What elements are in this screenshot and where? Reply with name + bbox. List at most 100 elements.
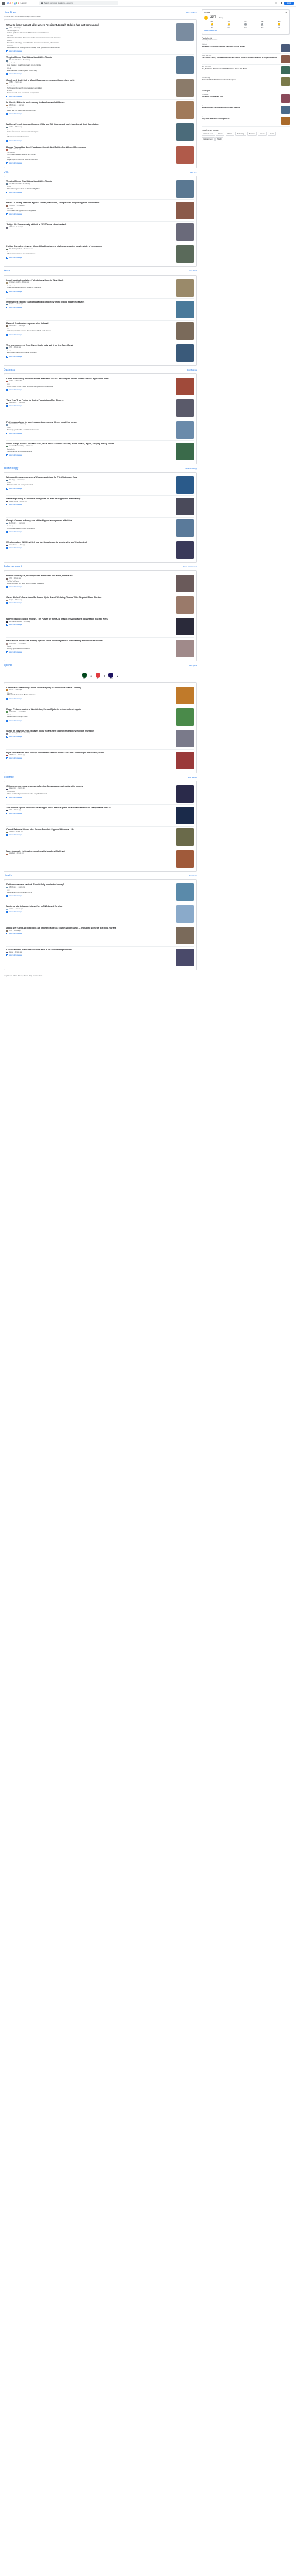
sub-story[interactable]: MarketWatch Stocks fall, as tech stocks r… [7,448,173,453]
story-source[interactable]: NPR [9,149,12,151]
fact-check-item[interactable]: AFP Fact Check No, Dominion Machines Had … [202,65,290,77]
full-coverage-link[interactable]: View Full Coverage [6,213,173,216]
sub-story[interactable]: Reuters President Zelenskyy, Joseph Bidde… [7,40,173,45]
full-coverage-link[interactable]: View Full Coverage [6,488,173,490]
story-thumbnail[interactable] [176,883,194,902]
story-thumbnail[interactable] [176,344,194,362]
story-source[interactable]: Marvel Entertainment [9,621,22,623]
sub-story[interactable]: The Washington Post Hallo is gathered: Pr… [7,30,173,35]
story-source[interactable]: Fortune [9,909,13,910]
full-coverage-link[interactable]: View Full Coverage [6,140,173,142]
sub-story[interactable]: The Guardian Trump files lawsuits against… [7,152,173,157]
section-title-technology[interactable]: Technology [4,467,18,470]
story-thumbnail[interactable] [176,278,194,297]
story-headline[interactable]: Microsoft issues emergency Windows patch… [6,476,173,478]
story-thumbnail[interactable] [176,596,194,614]
story-headline[interactable]: What to know about Hallo: where Presiden… [6,23,173,26]
section-more-link-sports[interactable]: More Sports [189,665,197,667]
story-headline[interactable]: About 100 Covid-19 infections are linked… [6,927,173,929]
full-coverage-link[interactable]: View Full Coverage [6,334,173,336]
story-thumbnail[interactable] [176,686,194,704]
section-more-link-health[interactable]: More Health [189,875,197,877]
scoreboard[interactable]: MIL 3 ATL 1 PHX 2 [4,670,197,682]
story-thumbnail[interactable] [176,575,194,593]
section-title-sports[interactable]: Sports [4,664,12,667]
story-headline[interactable]: Windows does 2100K, which is a fun thing… [6,541,173,543]
story-headline[interactable]: China is cracking down on stocks that tr… [6,378,173,380]
menu-icon[interactable] [2,2,5,5]
full-coverage-link[interactable]: View Full Coverage [6,757,173,759]
story-thumbnail[interactable] [176,202,194,220]
story-source[interactable]: The Washington Post [9,249,22,250]
section-title-science[interactable]: Science [4,776,14,779]
story-headline[interactable]: COVID and the brain: researchers zero in… [6,949,173,951]
sub-story[interactable]: BBC Sport Federer falls in straight sets [7,714,173,719]
fact-check-headline[interactable]: No, Dominion Machines Had Not Switched V… [202,67,280,70]
topic-chip[interactable]: Sports [267,132,276,137]
sub-story[interactable]: Vox What's next for the foundation [7,134,173,139]
story-thumbnail[interactable] [176,56,194,74]
story-thumbnail[interactable] [176,849,194,868]
story-headline[interactable]: Chris Paul's leadership, Suns' chemistry… [6,687,173,689]
story-thumbnail[interactable] [176,245,194,263]
fact-check-item[interactable]: PolitiFact Joe Biden's fractured Tuesday … [202,43,290,55]
sub-story[interactable]: Reuters What we know about the assassinat… [7,251,173,256]
spotlight-headline[interactable]: Why Heat Waves Are Getting Worse [202,117,280,120]
fact-check-item[interactable]: Check Your Fact Fact Check: Nancy Ventura… [202,54,290,66]
section-title-us[interactable]: U.S. [4,171,9,174]
story-headline[interactable]: Mars ingenuity helicopter completes its … [6,850,173,852]
story-thumbnail[interactable] [176,498,194,516]
full-coverage-link[interactable]: View Full Coverage [6,162,173,165]
sub-story[interactable]: WSJ China Flexes Trade Power With Didi's … [7,383,173,388]
full-coverage-link[interactable]: View Full Coverage [6,933,173,935]
sub-story[interactable]: CNN Legal experts doubt the suits will su… [7,157,173,161]
search-box[interactable]: Search for topics, locations & sources [39,1,118,5]
weather-card[interactable]: Seattle °F 68°F Sunny Wed 72° 55° Thu 75° 56° F… [202,9,290,35]
spotlight-thumbnail[interactable] [281,94,290,103]
story-thumbnail[interactable] [176,322,194,340]
story-source[interactable]: Futurism [9,831,14,833]
story-source[interactable]: Yahoo Finance [9,424,18,426]
story-thumbnail[interactable] [176,23,194,42]
story-source[interactable]: Ars Technica [9,545,16,546]
story-thumbnail[interactable] [176,145,194,164]
fact-check-thumbnail[interactable] [281,77,290,86]
story-thumbnail[interactable] [176,806,194,824]
section-title-business[interactable]: Business [4,368,15,372]
sub-story[interactable]: Miami Herald Surfside condo search resume… [7,85,173,90]
story-headline[interactable]: Haitian President Jovenel Moise killed i… [6,245,173,247]
story-source[interactable]: The Verge [9,480,15,481]
story-thumbnail[interactable] [176,927,194,945]
story-source[interactable]: CNN [9,347,12,349]
help-icon[interactable] [275,2,278,5]
story-source[interactable]: ESPN [9,689,12,691]
fact-check-item[interactable]: FactCheck.org Unsubstantiated claims abou… [202,76,290,88]
story-source[interactable]: People [9,600,13,601]
story-source[interactable]: CNBC [9,82,13,84]
section-title-world[interactable]: World [4,269,11,273]
section-title-entertainment[interactable]: Entertainment [4,565,22,569]
story-thumbnail[interactable] [176,949,194,967]
full-coverage-link[interactable]: View Full Coverage [6,504,173,506]
story-source[interactable]: The New York Times [9,60,21,62]
story-thumbnail[interactable] [176,399,194,417]
story-headline[interactable]: Chinese researchers propose deflecting A… [6,785,173,787]
story-thumbnail[interactable] [176,377,194,395]
story-source[interactable]: CNBC [9,380,13,382]
topic-chip[interactable]: Science [257,132,267,137]
section-more-link-world[interactable]: More World [189,270,197,272]
story-headline[interactable]: Tropical Storm Elsa Makes Landfall in Fl… [6,56,173,59]
story-headline[interactable]: Surge in Tokyo COVID-19 cases likely mea… [6,730,173,732]
topic-chip[interactable]: Politics [225,132,234,137]
sub-story[interactable]: Tampa Bay Times Live Updates: Elsa brings… [7,62,173,67]
story-headline[interactable]: One of Saturn's Moons Has Shown Possible… [6,828,173,831]
story-headline[interactable]: The Hubble Space Telescope is facing its… [6,807,173,809]
story-source[interactable]: Al Jazeera English [9,282,20,284]
full-coverage-link[interactable]: View Full Coverage [6,389,173,391]
full-coverage-link[interactable]: View Full Coverage [6,911,173,913]
story-thumbnail[interactable] [176,223,194,242]
sign-in-button[interactable]: Sign in [284,1,294,5]
full-coverage-link[interactable]: View Full Coverage [6,834,173,836]
story-source[interactable]: USA TODAY [9,643,16,645]
story-headline[interactable]: Gwen Stefani's Sons Look So Grown Up in … [6,596,173,599]
